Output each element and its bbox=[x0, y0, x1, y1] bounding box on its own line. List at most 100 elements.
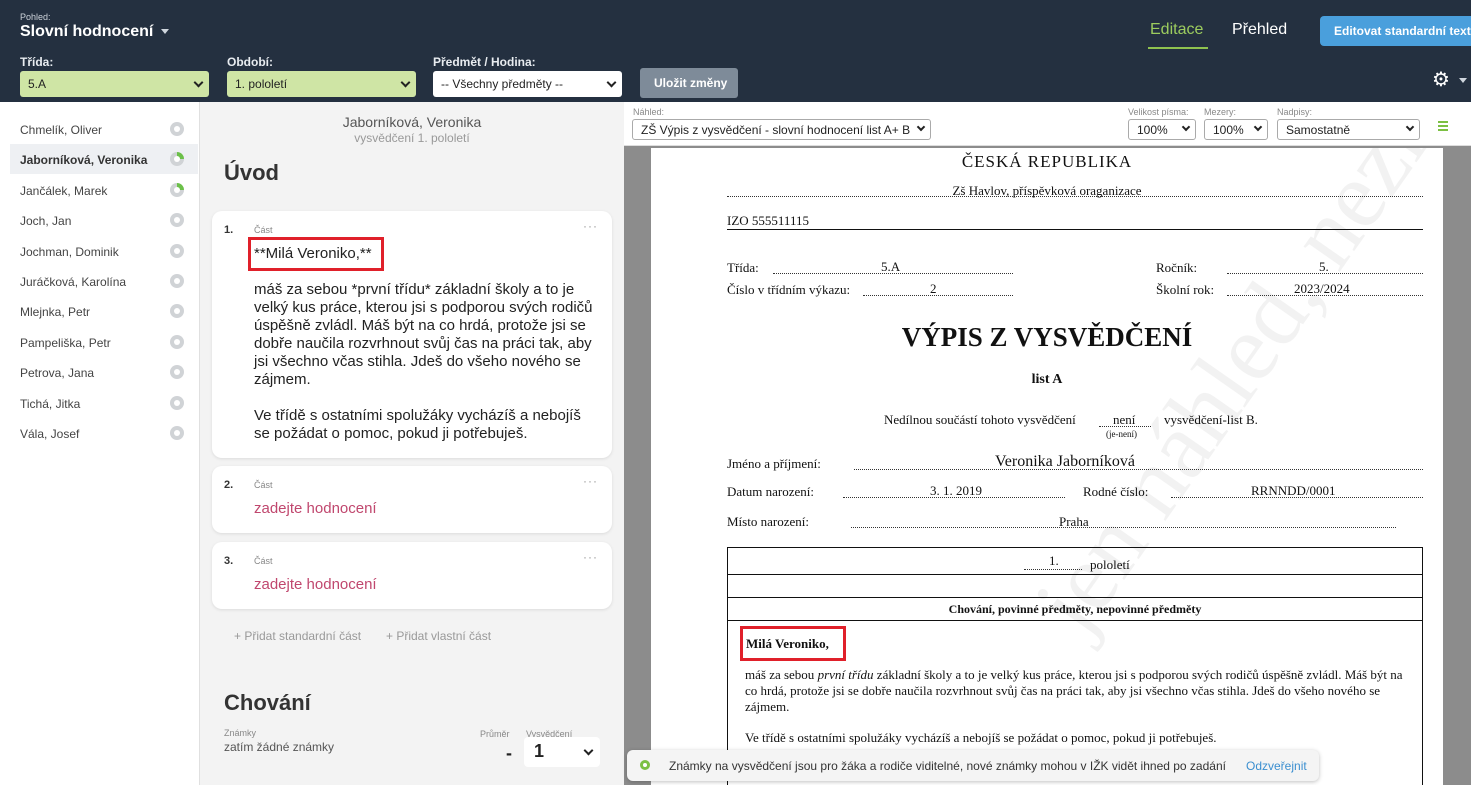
report-subtitle: vysvědčení 1. pololetí bbox=[354, 131, 470, 145]
subject-select-value: -- Všechny předměty -- bbox=[441, 77, 564, 91]
student-item[interactable]: Jochman, Dominik bbox=[10, 236, 198, 266]
student-name: Jaborníková, Veronika bbox=[20, 153, 148, 167]
headings-select[interactable]: Samostatně bbox=[1277, 119, 1420, 140]
student-name: Pampeliška, Petr bbox=[20, 336, 111, 350]
chevron-down-icon bbox=[1253, 122, 1263, 132]
view-selector[interactable]: Slovní hodnocení bbox=[20, 23, 170, 41]
student-item[interactable]: Petrova, Jana bbox=[10, 357, 198, 387]
student-item[interactable]: Pampeliška, Petr bbox=[10, 327, 198, 357]
add-standard-part-label: Přidat standardní část bbox=[244, 629, 362, 643]
dotted-line bbox=[854, 469, 1423, 470]
doc-place-label: Místo narození: bbox=[727, 514, 809, 529]
part-number: 2. bbox=[224, 479, 234, 491]
status-circle-icon bbox=[170, 304, 184, 318]
student-name: Petrova, Jana bbox=[20, 366, 95, 380]
doc-class-label: Třída: bbox=[727, 260, 759, 275]
doc-school: Zš Havlov, příspěvková oraganizace bbox=[952, 183, 1142, 198]
font-size-value: 100% bbox=[1137, 123, 1168, 137]
doc-name-value: Veronika Jaborníková bbox=[995, 453, 1135, 470]
part-paragraph-1[interactable]: máš za sebou *první třídu* základní škol… bbox=[254, 281, 599, 389]
doc-place-value: Praha bbox=[1059, 514, 1089, 529]
spacing-select[interactable]: 100% bbox=[1204, 119, 1268, 140]
student-name: Jančálek, Marek bbox=[20, 184, 108, 198]
average-label: Průměr bbox=[480, 729, 510, 739]
student-name: Joch, Jan bbox=[20, 214, 72, 228]
headings-label: Nadpisy: bbox=[1277, 107, 1313, 117]
average-value: - bbox=[506, 743, 512, 763]
status-progress-icon bbox=[170, 183, 184, 197]
save-changes-button[interactable]: Uložit změny bbox=[640, 68, 738, 98]
student-item[interactable]: Vála, Josef bbox=[10, 418, 198, 448]
chevron-down-icon bbox=[583, 745, 594, 756]
doc-paragraph-1-emphasis: první třídu bbox=[817, 667, 874, 682]
dotted-line bbox=[851, 527, 1396, 528]
part-placeholder[interactable]: zadejte hodnocení bbox=[254, 576, 377, 593]
preview-pane: Náhled: ZŠ Výpis z vysvědčení - slovní h… bbox=[624, 102, 1471, 785]
doc-birth-label: Datum narození: bbox=[727, 484, 814, 499]
more-icon[interactable]: ··· bbox=[583, 219, 598, 233]
add-custom-part-label: Přidat vlastní část bbox=[396, 629, 492, 643]
part-greeting[interactable]: **Milá Veroniko,** bbox=[254, 245, 599, 263]
status-circle-icon bbox=[170, 335, 184, 349]
font-size-select[interactable]: 100% bbox=[1128, 119, 1196, 140]
doc-inseparable: Nedílnou součástí tohoto vysvědčení bbox=[884, 412, 1076, 427]
more-icon[interactable]: ··· bbox=[583, 550, 598, 564]
more-icon[interactable]: ··· bbox=[583, 474, 598, 488]
chevron-down-icon bbox=[606, 77, 617, 88]
status-progress-icon bbox=[170, 152, 184, 166]
marks-label: Známky bbox=[224, 728, 257, 738]
chevron-down-icon bbox=[916, 122, 926, 132]
unpublish-link[interactable]: Odzveřejnit bbox=[1246, 759, 1307, 773]
student-item[interactable]: Chmelík, Oliver bbox=[10, 114, 198, 144]
chevron-down-icon bbox=[1405, 122, 1415, 132]
gear-icon[interactable]: ⚙ bbox=[1432, 70, 1450, 90]
edit-standard-texts-button[interactable]: Editovat standardní texty bbox=[1320, 16, 1471, 46]
class-select-value: 5.A bbox=[28, 77, 47, 91]
part-card-2[interactable]: 2. Část ··· zadejte hodnocení bbox=[212, 466, 612, 533]
doc-half-label: pololetí bbox=[1090, 557, 1130, 572]
student-item[interactable]: Jančálek, Marek bbox=[10, 175, 198, 205]
table-header-row: Chování, povinné předměty, nepovinné pře… bbox=[727, 597, 1423, 621]
chevron-down-icon bbox=[193, 77, 204, 88]
spacing-label: Mezery: bbox=[1204, 107, 1237, 117]
subject-select[interactable]: -- Všechny předměty -- bbox=[433, 71, 622, 97]
active-tab-indicator bbox=[1148, 47, 1208, 49]
status-circle-icon bbox=[170, 213, 184, 227]
section-intro-title: Úvod bbox=[224, 160, 279, 185]
student-item[interactable]: Tichá, Jitka bbox=[10, 388, 198, 418]
preview-label: Náhled: bbox=[633, 107, 665, 117]
add-standard-part-link[interactable]: + Přidat standardní část bbox=[234, 629, 361, 643]
plus-icon: + bbox=[234, 629, 245, 643]
student-item[interactable]: Joch, Jan bbox=[10, 205, 198, 235]
part-card-1[interactable]: 1. Část ··· **Milá Veroniko,** máš za se… bbox=[212, 211, 612, 458]
add-custom-part-link[interactable]: + Přidat vlastní část bbox=[386, 629, 491, 643]
student-item-active[interactable]: Jaborníková, Veronika bbox=[10, 144, 198, 174]
visibility-notice-text: Známky na vysvědčení jsou pro žáka a rod… bbox=[669, 759, 1226, 773]
period-select[interactable]: 1. pololetí bbox=[227, 71, 416, 97]
section-behavior-title: Chování bbox=[224, 690, 311, 715]
chevron-down-icon[interactable] bbox=[1459, 78, 1467, 83]
tab-overview[interactable]: Přehled bbox=[1232, 21, 1287, 39]
preview-template-select[interactable]: ZŠ Výpis z vysvědčení - slovní hodnocení… bbox=[632, 119, 931, 140]
menu-icon[interactable] bbox=[1438, 121, 1448, 133]
part-card-3[interactable]: 3. Část ··· zadejte hodnocení bbox=[212, 542, 612, 609]
student-item[interactable]: Mlejnka, Petr bbox=[10, 296, 198, 326]
period-select-value: 1. pololetí bbox=[235, 77, 288, 91]
class-select[interactable]: 5.A bbox=[20, 71, 209, 97]
student-item[interactable]: Juráčková, Karolína bbox=[10, 266, 198, 296]
student-list: Chmelík, Oliver Jaborníková, Veronika Ja… bbox=[0, 102, 200, 785]
student-name: Vála, Josef bbox=[20, 427, 80, 441]
status-circle-icon bbox=[170, 274, 184, 288]
tab-edit[interactable]: Editace bbox=[1150, 21, 1203, 39]
grade-select[interactable]: 1 bbox=[524, 737, 600, 767]
doc-inseparable-value: není bbox=[1113, 412, 1136, 427]
doc-greeting: Milá Veroniko, bbox=[746, 636, 829, 651]
doc-grade-label: Ročník: bbox=[1156, 260, 1198, 275]
report-card-page: jen náhled, nezkinout ČESKÁ REPUBLIKA Zš… bbox=[651, 148, 1443, 785]
part-placeholder[interactable]: zadejte hodnocení bbox=[254, 500, 377, 517]
chevron-down-icon bbox=[161, 29, 170, 35]
period-filter-label: Období: bbox=[227, 55, 273, 69]
part-paragraph-2[interactable]: Ve třídě s ostatními spolužáky vycházíš … bbox=[254, 407, 599, 443]
status-circle-icon bbox=[170, 122, 184, 136]
empty-row bbox=[727, 574, 1423, 598]
